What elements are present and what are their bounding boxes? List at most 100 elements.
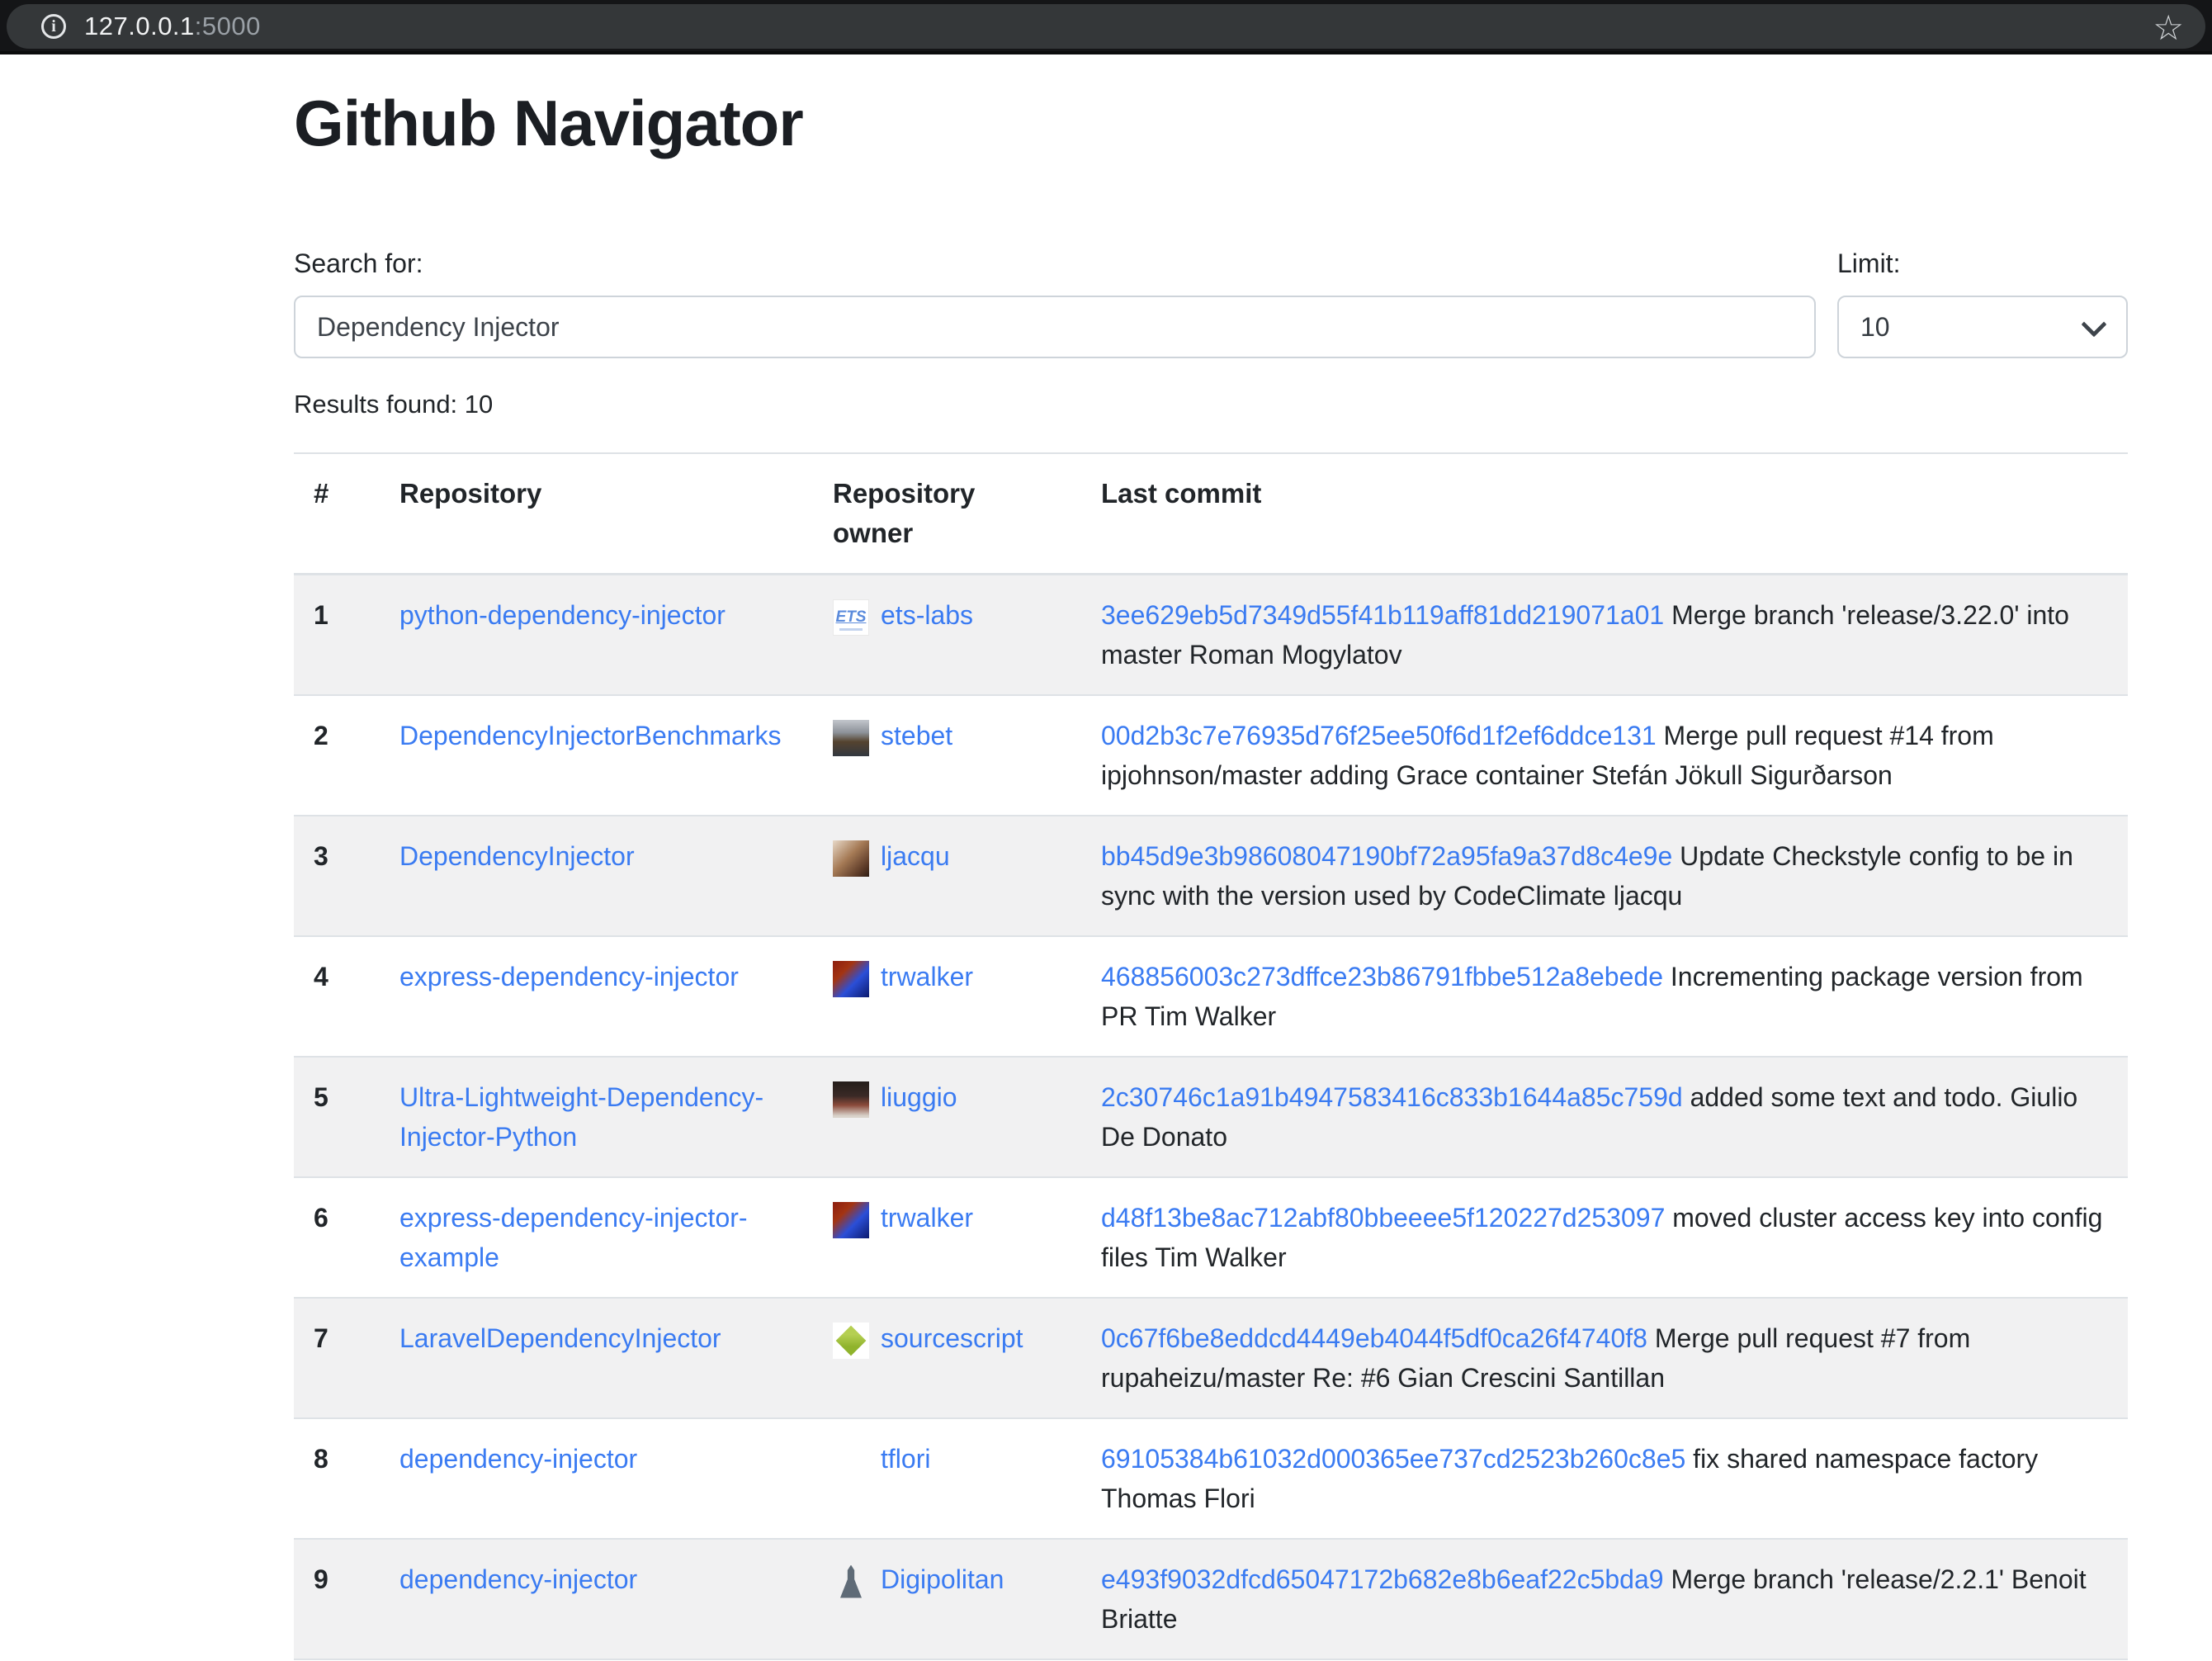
commit-hash-link[interactable]: 2c30746c1a91b4947583416c833b1644a85c759d [1101, 1082, 1683, 1112]
site-info-icon[interactable]: i [41, 14, 66, 39]
limit-column: Limit: 10 [1837, 248, 2128, 358]
table-row: 7 LaravelDependencyInjector sourcescript… [294, 1298, 2128, 1418]
owner-link[interactable]: ets-labs [881, 600, 973, 630]
repo-link[interactable]: python-dependency-injector [399, 600, 726, 630]
row-number: 3 [294, 816, 380, 936]
commit-cell: e493f9032dfcd65047172b682e8b6eaf22c5bda9… [1081, 1539, 2128, 1659]
repo-link[interactable]: express-dependency-injector [399, 962, 739, 991]
owner-avatar [833, 1202, 869, 1238]
table-row: 1 python-dependency-injector ETS ets-labs… [294, 575, 2128, 696]
repo-link[interactable]: DependencyInjector [399, 841, 635, 871]
results-summary: Results found: 10 [294, 390, 2128, 419]
repo-link[interactable]: Ultra-Lightweight-Dependency-Injector-Py… [399, 1082, 763, 1152]
search-row: Search for: Limit: 10 [294, 248, 2128, 358]
row-number: 4 [294, 936, 380, 1057]
table-row: 2 DependencyInjectorBenchmarks stebet 00… [294, 695, 2128, 816]
header-owner: Repository owner [813, 453, 1081, 575]
url-port: :5000 [195, 12, 261, 40]
row-number: 2 [294, 695, 380, 816]
repo-link[interactable]: DependencyInjectorBenchmarks [399, 721, 781, 750]
owner-cell: sourcescript [813, 1298, 1081, 1418]
search-column: Search for: [294, 248, 1816, 358]
row-number: 9 [294, 1539, 380, 1659]
commit-cell: 69105384b61032d000365ee737cd2523b260c8e5… [1081, 1418, 2128, 1539]
owner-link[interactable]: ljacqu [881, 841, 950, 871]
repo-cell: dependency-injector [380, 1539, 813, 1659]
commit-cell: 468856003c273dffce23b86791fbbe512a8ebede… [1081, 936, 2128, 1057]
owner-avatar [833, 1323, 869, 1359]
commit-hash-link[interactable]: 0c67f6be8eddcd4449eb4044f5df0ca26f4740f8 [1101, 1323, 1647, 1353]
table-row: 6 express-dependency-injector-example tr… [294, 1177, 2128, 1298]
commit-hash-link[interactable]: 00d2b3c7e76935d76f25ee50f6d1f2ef6ddce131 [1101, 721, 1657, 750]
row-number: 6 [294, 1177, 380, 1298]
table-row: 8 dependency-injector tflori 69105384b61… [294, 1418, 2128, 1539]
table-row: 3 DependencyInjector ljacqu bb45d9e3b986… [294, 816, 2128, 936]
commit-cell: 0c67f6be8eddcd4449eb4044f5df0ca26f4740f8… [1081, 1298, 2128, 1418]
header-last-commit: Last commit [1081, 453, 2128, 575]
limit-label: Limit: [1837, 248, 2128, 279]
header-repository: Repository [380, 453, 813, 575]
owner-cell: trwalker [813, 1177, 1081, 1298]
owner-avatar [833, 840, 869, 877]
repo-cell: DependencyInjectorBenchmarks [380, 695, 813, 816]
search-label: Search for: [294, 248, 1816, 279]
commit-cell: 2c30746c1a91b4947583416c833b1644a85c759d… [1081, 1057, 2128, 1177]
url-host: 127.0.0.1 [84, 12, 195, 40]
owner-cell: ljacqu [813, 816, 1081, 936]
owner-avatar [833, 720, 869, 756]
commit-hash-link[interactable]: d48f13be8ac712abf80bbeeee5f120227d253097 [1101, 1203, 1665, 1233]
row-number: 1 [294, 575, 380, 696]
repo-cell: LaravelDependencyInjector [380, 1298, 813, 1418]
table-head: # Repository Repository owner Last commi… [294, 453, 2128, 575]
commit-cell: 3ee629eb5d7349d55f41b119aff81dd219071a01… [1081, 575, 2128, 696]
repo-link[interactable]: dependency-injector [399, 1444, 637, 1474]
commit-cell: 00d2b3c7e76935d76f25ee50f6d1f2ef6ddce131… [1081, 695, 2128, 816]
owner-cell: stebet [813, 695, 1081, 816]
avatar-text: ETS [836, 605, 867, 630]
bookmark-star-icon[interactable]: ☆ [2153, 7, 2184, 48]
commit-hash-link[interactable]: e493f9032dfcd65047172b682e8b6eaf22c5bda9 [1101, 1564, 1664, 1594]
repo-link[interactable]: dependency-injector [399, 1564, 637, 1594]
owner-link[interactable]: Digipolitan [881, 1564, 1004, 1594]
limit-select[interactable]: 10 [1837, 296, 2128, 358]
table-row: 5 Ultra-Lightweight-Dependency-Injector-… [294, 1057, 2128, 1177]
url-text: 127.0.0.1:5000 [84, 12, 261, 41]
repo-cell: express-dependency-injector [380, 936, 813, 1057]
repo-cell: express-dependency-injector-example [380, 1177, 813, 1298]
owner-avatar [833, 1443, 869, 1479]
repo-cell: python-dependency-injector [380, 575, 813, 696]
browser-chrome: i 127.0.0.1:5000 ☆ [0, 0, 2212, 54]
repo-link[interactable]: express-dependency-injector-example [399, 1203, 748, 1272]
owner-link[interactable]: tflori [881, 1444, 930, 1474]
url-bar[interactable]: i 127.0.0.1:5000 ☆ [7, 4, 2205, 49]
owner-cell: Digipolitan [813, 1539, 1081, 1659]
header-num: # [294, 453, 380, 575]
repo-cell: Ultra-Lightweight-Dependency-Injector-Py… [380, 1057, 813, 1177]
owner-avatar [833, 961, 869, 997]
owner-avatar [833, 1081, 869, 1118]
commit-hash-link[interactable]: bb45d9e3b98608047190bf72a95fa9a37d8c4e9e [1101, 841, 1672, 871]
owner-link[interactable]: liuggio [881, 1082, 957, 1112]
commit-cell: d48f13be8ac712abf80bbeeee5f120227d253097… [1081, 1177, 2128, 1298]
page-title: Github Navigator [294, 86, 2128, 161]
commit-hash-link[interactable]: 69105384b61032d000365ee737cd2523b260c8e5 [1101, 1444, 1685, 1474]
owner-cell: trwalker [813, 936, 1081, 1057]
commit-hash-link[interactable]: 468856003c273dffce23b86791fbbe512a8ebede [1101, 962, 1663, 991]
owner-link[interactable]: trwalker [881, 1203, 973, 1233]
row-number: 5 [294, 1057, 380, 1177]
commit-hash-link[interactable]: 3ee629eb5d7349d55f41b119aff81dd219071a01 [1101, 600, 1664, 630]
owner-link[interactable]: sourcescript [881, 1323, 1023, 1353]
table-body: 1 python-dependency-injector ETS ets-labs… [294, 575, 2128, 1661]
repo-cell: dependency-injector [380, 1418, 813, 1539]
table-row: 9 dependency-injector Digipolitan e493f9… [294, 1539, 2128, 1659]
commit-cell: bb45d9e3b98608047190bf72a95fa9a37d8c4e9e… [1081, 816, 2128, 936]
row-number: 7 [294, 1298, 380, 1418]
owner-link[interactable]: trwalker [881, 962, 973, 991]
repo-link[interactable]: LaravelDependencyInjector [399, 1323, 721, 1353]
page: Github Navigator Search for: Limit: 10 R… [0, 86, 2212, 1661]
search-input[interactable] [294, 296, 1816, 358]
owner-cell: tflori [813, 1418, 1081, 1539]
results-table: # Repository Repository owner Last commi… [294, 452, 2128, 1661]
owner-link[interactable]: stebet [881, 721, 952, 750]
limit-select-wrap: 10 [1837, 296, 2128, 358]
